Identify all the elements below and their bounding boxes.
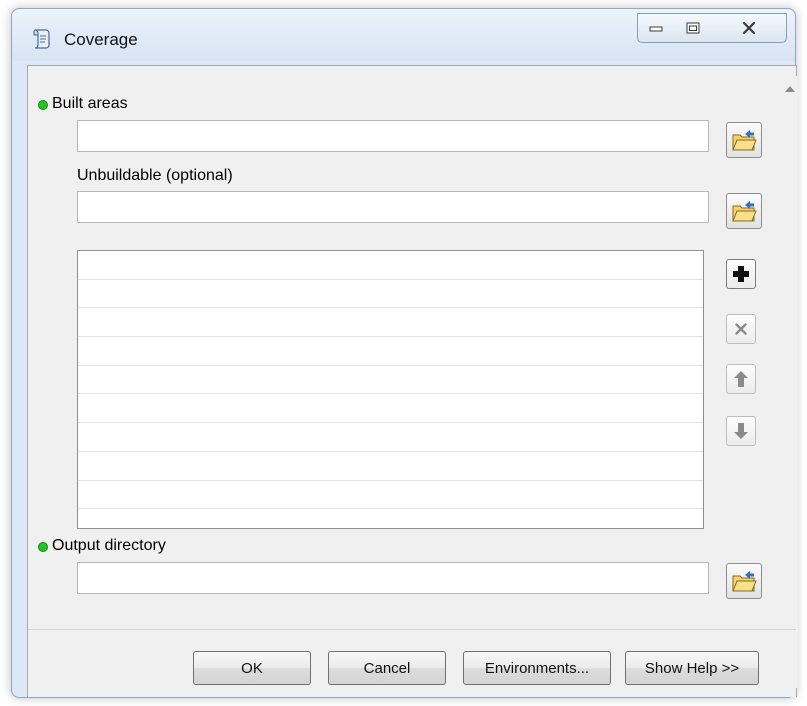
open-folder-icon	[732, 201, 757, 222]
add-item-button[interactable]	[726, 259, 756, 289]
minimize-button[interactable]	[637, 13, 675, 43]
output-directory-browse-button[interactable]	[726, 563, 762, 599]
move-up-icon	[734, 371, 748, 387]
cancel-button[interactable]: Cancel	[328, 651, 446, 685]
built-areas-browse-button[interactable]	[726, 122, 762, 158]
output-directory-label: Output directory	[52, 537, 166, 554]
list-row[interactable]	[78, 366, 703, 395]
maximize-icon	[686, 22, 699, 34]
unbuildable-list[interactable]	[77, 250, 704, 529]
list-row[interactable]	[78, 423, 703, 452]
built-areas-label: Built areas	[52, 95, 128, 112]
open-folder-icon	[732, 571, 757, 592]
dialog-footer: OK Cancel Environments... Show Help >>	[28, 629, 796, 697]
open-folder-icon	[732, 130, 757, 151]
list-row[interactable]	[78, 394, 703, 424]
remove-item-button[interactable]	[726, 314, 756, 344]
environments-button[interactable]: Environments...	[463, 651, 611, 685]
list-row[interactable]	[78, 280, 703, 309]
show-help-button[interactable]: Show Help >>	[625, 651, 759, 685]
move-down-button[interactable]	[726, 416, 756, 446]
move-down-icon	[734, 423, 748, 439]
dialog-client-area: Built areas Unbuildable (optional) Outpu…	[27, 65, 798, 697]
list-row[interactable]	[78, 481, 703, 510]
unbuildable-input[interactable]	[77, 191, 709, 223]
required-indicator	[38, 100, 48, 110]
script-tool-icon	[33, 29, 50, 49]
title-bar[interactable]: Coverage	[12, 9, 795, 61]
minimize-icon	[649, 26, 663, 32]
dialog-window: Coverage Built areas Unbuildable (option…	[11, 8, 798, 698]
ok-button[interactable]: OK	[193, 651, 311, 685]
add-icon	[733, 266, 749, 282]
scroll-up-arrow-icon[interactable]	[785, 86, 795, 92]
unbuildable-label: Unbuildable (optional)	[77, 167, 233, 184]
list-row[interactable]	[78, 337, 703, 366]
unbuildable-browse-button[interactable]	[726, 193, 762, 229]
list-row[interactable]	[78, 308, 703, 338]
output-directory-input[interactable]	[77, 562, 709, 594]
list-row[interactable]	[78, 251, 703, 280]
list-row[interactable]	[78, 509, 703, 528]
maximize-button[interactable]	[674, 13, 712, 43]
window-title: Coverage	[64, 30, 138, 49]
built-areas-input[interactable]	[77, 120, 709, 152]
list-row[interactable]	[78, 452, 703, 481]
remove-icon	[735, 323, 747, 335]
move-up-button[interactable]	[726, 364, 756, 394]
required-indicator	[38, 542, 48, 552]
close-button[interactable]	[711, 13, 787, 43]
close-icon	[742, 21, 755, 35]
vertical-scrollbar[interactable]	[782, 76, 798, 688]
